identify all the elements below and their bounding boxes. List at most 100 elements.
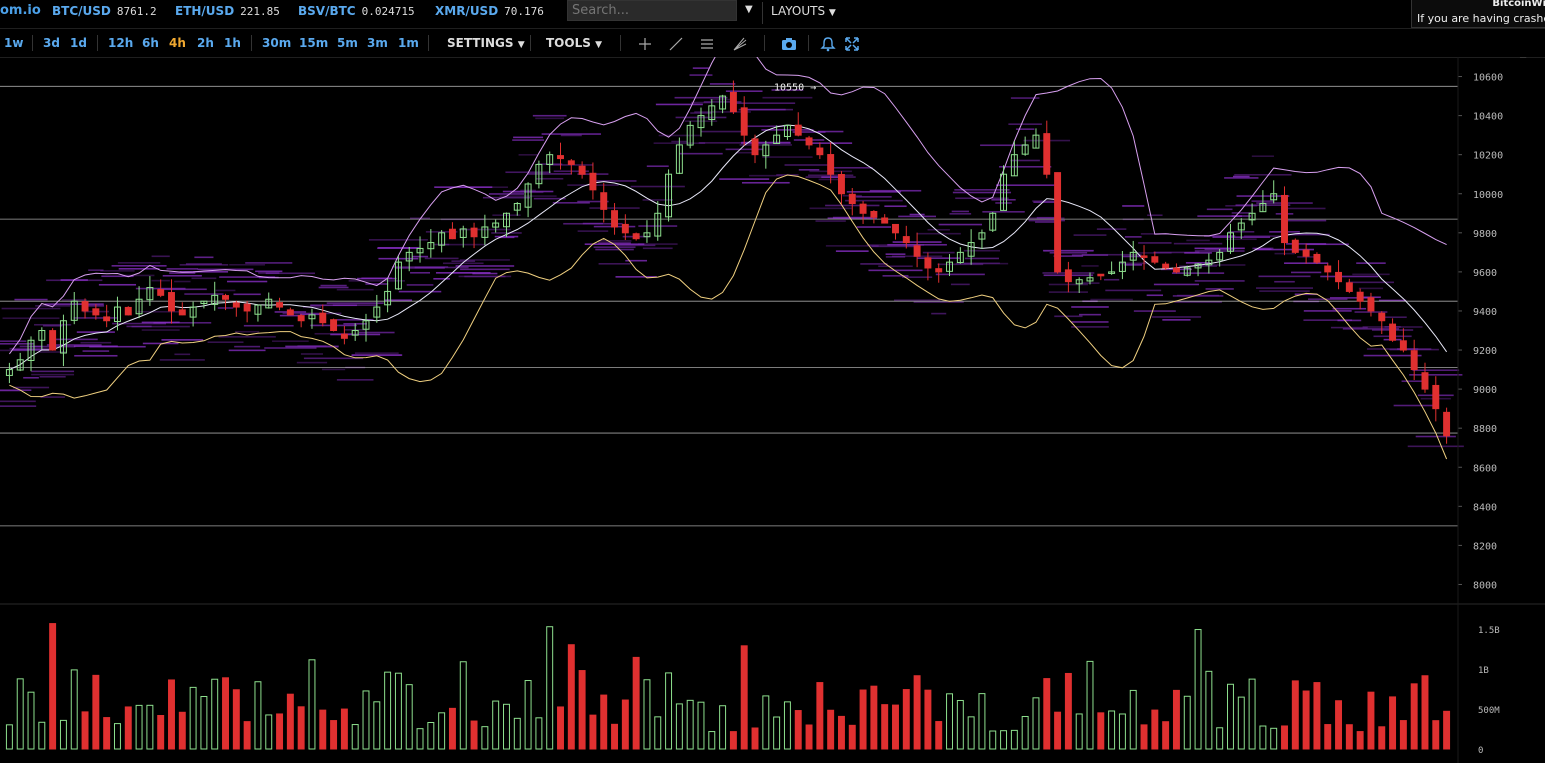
heatmap-order-bar <box>817 130 844 133</box>
volume-bar-up <box>481 726 489 750</box>
heatmap-order-bar <box>535 117 565 120</box>
settings-menu[interactable]: SETTINGS ▼ <box>447 36 525 50</box>
volume-bar-down <box>1302 690 1310 750</box>
fullscreen-icon[interactable] <box>843 35 861 53</box>
timeframe-4h[interactable]: 4h <box>169 36 186 50</box>
candle-down <box>1151 256 1159 263</box>
heatmap-order-bar <box>332 304 378 306</box>
timeframe-5m[interactable]: 5m <box>337 36 358 50</box>
heatmap-order-bar <box>518 154 538 156</box>
timeframe-1d[interactable]: 1d <box>70 36 87 50</box>
volume-bar-up <box>1270 727 1278 750</box>
heatmap-order-bar <box>89 345 146 348</box>
heatmap-order-bar <box>410 271 430 274</box>
volume-bar-down <box>1281 725 1288 750</box>
heatmap-order-bar <box>23 376 39 379</box>
volume-bar-down <box>448 707 456 750</box>
timeframe-3m[interactable]: 3m <box>367 36 388 50</box>
candle-down <box>1399 340 1407 351</box>
price-chart[interactable]: 10600 10400 10200 10000 9800 9600 9400 9200 9000… <box>0 57 1545 763</box>
candle-down <box>157 289 165 296</box>
crosshair-icon[interactable] <box>636 35 654 53</box>
candle-down <box>611 210 619 228</box>
heatmap-order-bar <box>527 173 572 175</box>
heatmap-order-bar <box>1234 173 1292 176</box>
ticker-btc[interactable]: BTC/USD 8761.2 <box>52 4 157 18</box>
bell-icon[interactable] <box>819 35 837 53</box>
toolbar-divider <box>764 35 765 51</box>
heatmap-order-bar <box>300 353 324 355</box>
notice-banner[interactable]: BitcoinWi If you are having crashes <box>1411 0 1545 28</box>
heatmap-order-bar <box>1124 236 1142 238</box>
volume-bar-up <box>70 669 78 750</box>
timeframe-3d[interactable]: 3d <box>43 36 60 50</box>
volume-bar-up <box>113 723 121 750</box>
heatmap-order-bar <box>835 250 869 252</box>
heatmap-order-bar <box>1290 271 1322 274</box>
layouts-menu[interactable]: LAYOUTS ▼ <box>762 2 844 24</box>
search-dropdown-icon[interactable]: ▼ <box>745 4 753 15</box>
heatmap-order-bar <box>111 265 167 267</box>
volume-bar-up <box>351 724 359 750</box>
site-logo[interactable]: om.io <box>0 3 41 18</box>
chart-toolbar: 1w 3d 1d 12h 6h 4h 2h 1h 30m 15m 5m 3m 1… <box>0 31 1545 58</box>
volume-bar-down <box>859 689 867 750</box>
ticker-eth[interactable]: ETH/USD 221.85 <box>175 4 280 18</box>
heatmap-order-bar <box>1231 215 1251 217</box>
candle-down <box>297 315 305 322</box>
heatmap-order-bar <box>348 280 405 282</box>
price-tick-label: 10600 <box>1473 73 1503 84</box>
volume-bar-up <box>643 679 651 750</box>
timeframe-30m[interactable]: 30m <box>262 36 291 50</box>
timeframe-1w[interactable]: 1w <box>4 36 23 50</box>
search-input[interactable] <box>567 0 737 21</box>
price-tick-label: 9400 <box>1473 307 1497 318</box>
ticker-bsv[interactable]: BSV/BTC 0.024715 <box>298 4 415 18</box>
timeframe-12h[interactable]: 12h <box>108 36 133 50</box>
heatmap-order-bar <box>424 257 459 260</box>
volume-bar-up <box>1216 727 1224 750</box>
candle-down <box>1421 372 1429 390</box>
heatmap-order-bar <box>1259 290 1310 292</box>
volume-bar-down <box>567 644 575 750</box>
horizontal-lines-icon[interactable] <box>698 35 716 53</box>
heatmap-order-bar <box>913 301 964 303</box>
ticker-xmr[interactable]: XMR/USD 70.176 <box>435 4 544 18</box>
toolbar-divider <box>251 35 252 51</box>
fib-icon[interactable] <box>731 35 749 53</box>
volume-bar-up <box>146 704 154 750</box>
trendline-icon[interactable] <box>667 35 685 53</box>
volume-bar-down <box>1345 724 1353 750</box>
camera-icon[interactable] <box>780 35 798 53</box>
heatmap-order-bar <box>320 284 347 287</box>
heatmap-order-bar <box>272 340 309 342</box>
heatmap-order-bar <box>698 142 747 144</box>
candle-down <box>1172 267 1180 273</box>
volume-bar-down <box>330 720 338 750</box>
volume-bar-down <box>740 645 748 750</box>
heatmap-order-bar <box>655 103 703 106</box>
heatmap-order-bar <box>762 96 813 99</box>
heatmap-order-bar <box>592 180 637 182</box>
heatmap-order-bar <box>235 330 260 333</box>
timeframe-6h[interactable]: 6h <box>142 36 159 50</box>
heatmap-order-bar <box>0 340 27 343</box>
heatmap-order-bar <box>1243 235 1282 237</box>
timeframe-15m[interactable]: 15m <box>299 36 328 50</box>
volume-bar-down <box>611 723 619 750</box>
tools-menu[interactable]: TOOLS ▼ <box>546 36 602 50</box>
candle-down <box>1140 255 1148 258</box>
heatmap-order-bar <box>1258 275 1311 278</box>
candle-down <box>621 223 629 234</box>
heatmap-order-bar <box>1224 177 1259 179</box>
candle-down <box>1291 239 1299 253</box>
heatmap-order-bar <box>1274 280 1295 283</box>
timeframe-1m[interactable]: 1m <box>398 36 419 50</box>
volume-bar-down <box>1043 678 1051 750</box>
volume-bar-down <box>1172 689 1180 750</box>
timeframe-2h[interactable]: 2h <box>197 36 214 50</box>
heatmap-order-bar <box>582 222 604 225</box>
heatmap-order-bar <box>233 293 261 296</box>
heatmap-order-bar <box>1147 214 1163 217</box>
timeframe-1h[interactable]: 1h <box>224 36 241 50</box>
